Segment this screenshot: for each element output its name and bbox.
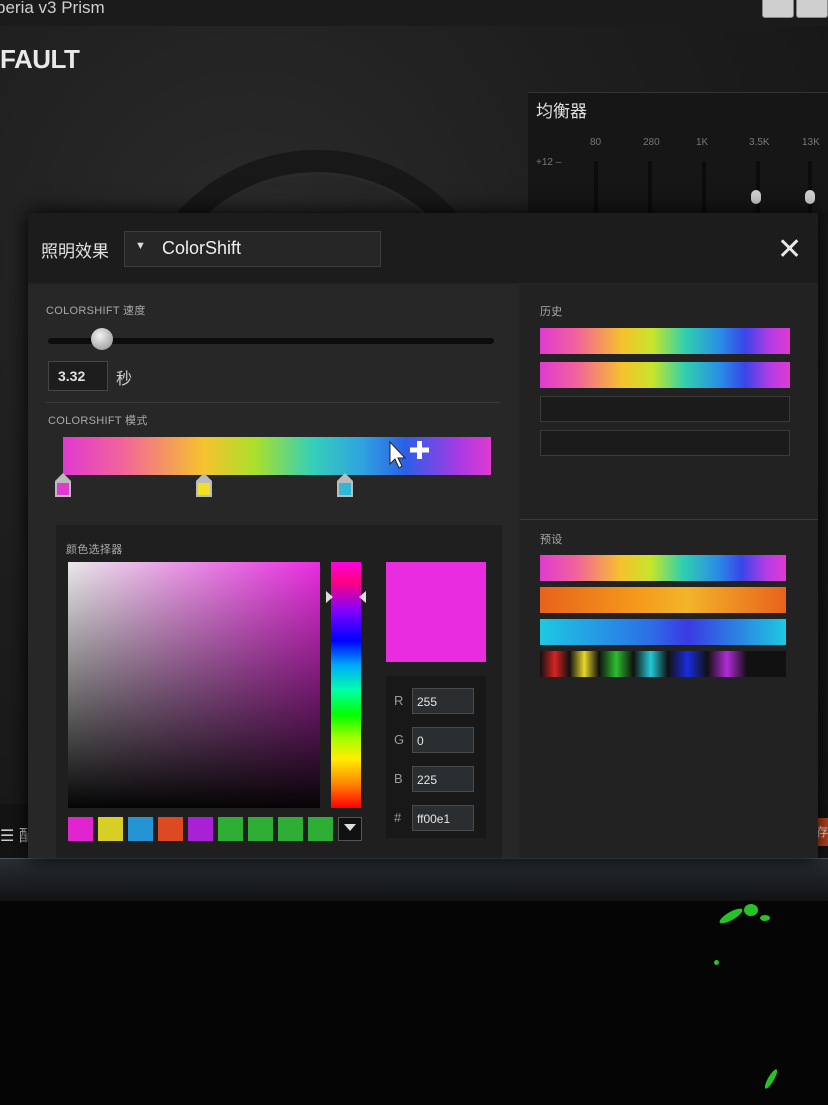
speed-label: COLORSHIFT 速度 [46,305,146,317]
speed-unit: 秒 [116,371,133,388]
effect-dropdown-value: ColorShift [162,238,242,258]
color-swatch[interactable] [248,817,273,841]
green-splatter [717,906,745,926]
eq-db-label: +12 – [536,157,562,168]
gradient-stop[interactable] [55,473,71,499]
gradient-stop[interactable] [337,473,354,499]
b-label: B [394,771,403,786]
presets-label: 预设 [540,534,563,546]
pattern-label: COLORSHIFT 模式 [48,415,148,427]
effect-settings-panel: COLORSHIFT 速度 3.32 秒 COLORSHIFT 模式 颜色选择器… [28,285,518,858]
eq-slider[interactable] [702,161,706,221]
eq-freq-label: 3.5K [749,137,770,148]
color-swatch[interactable] [128,817,153,841]
equalizer-panel: 均衡器 80 280 1K 3.5K 13K +12 – [528,92,828,223]
preset-spectrum-blocks[interactable] [540,651,786,677]
effect-dropdown[interactable]: ▼ ColorShift [124,231,381,267]
rgb-inputs: R 255 G 0 B 225 # ff00e1 [386,676,486,838]
color-preview [386,562,486,662]
gradient-stop[interactable] [196,473,213,499]
preset-fire[interactable] [540,587,786,613]
green-splatter [744,904,758,916]
hue-slider[interactable] [331,562,361,808]
g-field[interactable]: 0 [412,727,474,753]
eq-freq-label: 80 [590,137,602,148]
green-splatter [760,915,770,921]
history-presets-panel: 历史 预设 [520,285,818,858]
eq-slider[interactable] [648,161,652,221]
lighting-effects-dialog: 照明效果 ▼ ColorShift ✕ COLORSHIFT 速度 3.32 秒… [28,213,818,858]
history-label: 历史 [540,306,563,318]
divider [46,402,500,403]
speed-slider[interactable] [48,338,494,344]
hue-marker-left [326,591,333,603]
color-swatch[interactable] [158,817,183,841]
maximize-button[interactable] [796,0,828,18]
divider [520,519,818,520]
window-controls [762,0,828,18]
eq-slider-knob[interactable] [805,190,815,204]
speed-slider-thumb[interactable] [90,328,113,350]
eq-slider-knob[interactable] [751,190,761,204]
g-label: G [394,732,405,747]
profile-name: FAULT [0,44,80,74]
dialog-title: 照明效果 [41,242,109,261]
color-swatch[interactable] [278,817,303,841]
bottom-strip [0,858,828,901]
hex-field[interactable]: ff00e1 [412,805,474,831]
history-slot[interactable] [540,328,790,354]
more-swatches-button[interactable] [338,817,362,841]
color-swatch[interactable] [308,817,333,841]
window-title: beria v3 Prism [0,0,105,17]
history-slot-empty[interactable] [540,430,790,456]
saturation-value-square[interactable] [68,562,320,808]
color-swatches [68,817,362,841]
history-slot[interactable] [540,362,790,388]
color-swatch[interactable] [218,817,243,841]
chevron-down-icon: ▼ [135,240,146,252]
hue-marker-right [359,591,366,603]
close-button[interactable]: ✕ [777,235,802,265]
minimize-button[interactable] [762,0,794,18]
chevron-down-icon [344,824,356,831]
preset-ocean[interactable] [540,619,786,645]
equalizer-title: 均衡器 [536,102,587,121]
dialog-header: 照明效果 ▼ ColorShift ✕ [28,213,818,283]
green-splatter [762,1067,780,1091]
eq-freq-label: 13K [802,137,820,148]
title-bar: beria v3 Prism [0,0,828,26]
r-field[interactable]: 255 [412,688,474,714]
history-slot-empty[interactable] [540,396,790,422]
preset-rainbow[interactable] [540,555,786,581]
color-picker-label: 颜色选择器 [66,544,123,556]
hex-label: # [394,810,402,825]
equalizer-frequencies: 80 280 1K 3.5K 13K [590,137,828,148]
cursor-add-icon [389,440,429,469]
color-swatch[interactable] [98,817,123,841]
r-label: R [394,693,404,708]
color-picker-panel: 颜色选择器 R 255 G 0 B 225 # ff00e1 [56,525,502,858]
eq-freq-label: 280 [643,137,660,148]
eq-slider[interactable] [594,161,598,221]
eq-freq-label: 1K [696,137,709,148]
speed-input[interactable]: 3.32 [48,361,108,391]
color-swatch[interactable] [188,817,213,841]
color-swatch[interactable] [68,817,93,841]
green-splatter [714,960,719,965]
b-field[interactable]: 225 [412,766,474,792]
